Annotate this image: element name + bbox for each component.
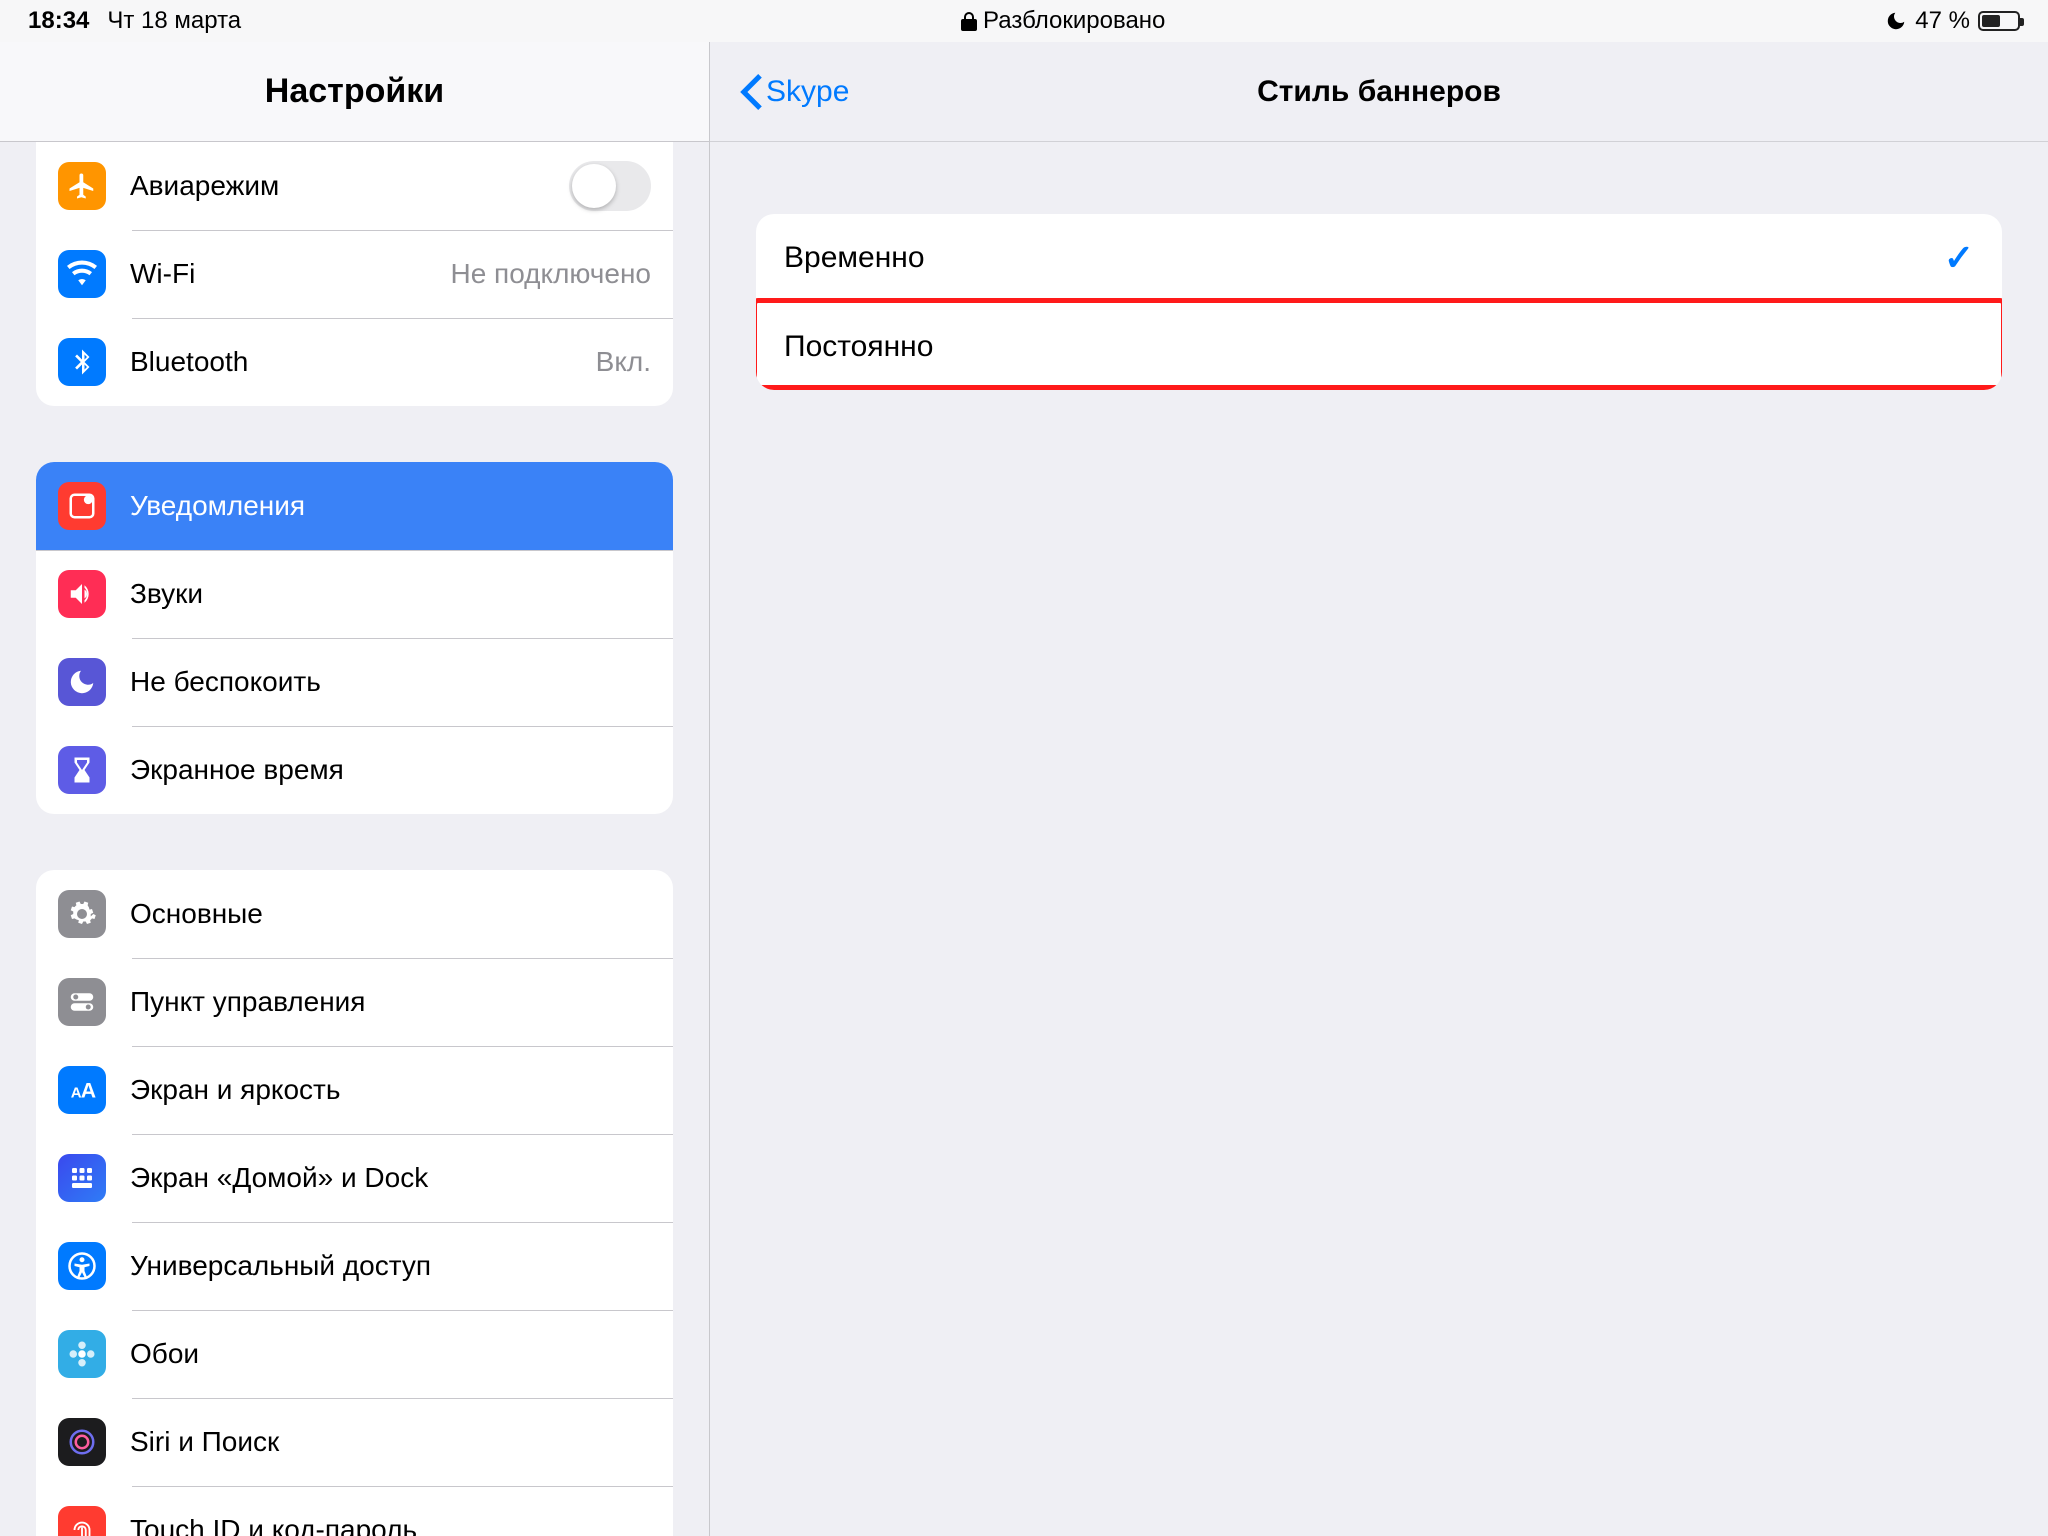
row-label: Экранное время <box>130 754 651 786</box>
status-date: Чт 18 марта <box>107 7 241 35</box>
row-siri[interactable]: Siri и Поиск <box>36 1398 673 1486</box>
banner-style-options: Временно ✓ Постоянно <box>756 214 2002 390</box>
wifi-icon <box>58 250 106 298</box>
option-label: Постоянно <box>784 330 933 364</box>
row-label: Основные <box>130 898 651 930</box>
flower-icon <box>58 1330 106 1378</box>
back-button[interactable]: Skype <box>740 74 849 110</box>
row-label: Авиарежим <box>130 170 569 202</box>
status-left: 18:34 Чт 18 марта <box>28 7 241 35</box>
detail-header: Skype Стиль баннеров <box>710 42 2048 142</box>
row-touchid[interactable]: Touch ID и код-пароль <box>36 1486 673 1536</box>
detail-panel: Skype Стиль баннеров Временно ✓ Постоянн… <box>710 42 2048 1536</box>
battery-icon <box>1978 11 2020 31</box>
back-label: Skype <box>766 75 849 109</box>
status-right: 47 % <box>1885 7 2020 35</box>
detail-body: Временно ✓ Постоянно <box>710 142 2048 462</box>
row-dnd[interactable]: Не беспокоить <box>36 638 673 726</box>
row-value: Вкл. <box>596 346 651 378</box>
sidebar-scroll[interactable]: Авиарежим Wi-Fi Не подключено Bluetooth … <box>0 142 709 1536</box>
battery-text: 47 % <box>1915 7 1970 35</box>
row-label: Экран и яркость <box>130 1074 651 1106</box>
airplane-toggle[interactable] <box>569 161 651 211</box>
row-bluetooth[interactable]: Bluetooth Вкл. <box>36 318 673 406</box>
grid-icon <box>58 1154 106 1202</box>
row-label: Siri и Поиск <box>130 1426 651 1458</box>
checkmark-icon: ✓ <box>1944 237 1974 279</box>
hourglass-icon <box>58 746 106 794</box>
row-label: Bluetooth <box>130 346 596 378</box>
bluetooth-icon <box>58 338 106 386</box>
row-label: Не беспокоить <box>130 666 651 698</box>
row-accessibility[interactable]: Универсальный доступ <box>36 1222 673 1310</box>
row-wallpaper[interactable]: Обои <box>36 1310 673 1398</box>
row-control-center[interactable]: Пункт управления <box>36 958 673 1046</box>
row-home-screen[interactable]: Экран «Домой» и Dock <box>36 1134 673 1222</box>
sidebar-title: Настройки <box>265 72 444 111</box>
row-general[interactable]: Основные <box>36 870 673 958</box>
option-label: Временно <box>784 241 925 275</box>
text-size-icon: AA <box>58 1066 106 1114</box>
settings-sidebar: Настройки Авиарежим Wi-Fi Не подключено <box>0 42 710 1536</box>
toggles-icon <box>58 978 106 1026</box>
status-time: 18:34 <box>28 7 89 35</box>
row-value: Не подключено <box>450 258 651 290</box>
row-display[interactable]: AA Экран и яркость <box>36 1046 673 1134</box>
settings-group-connectivity: Авиарежим Wi-Fi Не подключено Bluetooth … <box>36 142 673 406</box>
gear-icon <box>58 890 106 938</box>
airplane-icon <box>58 162 106 210</box>
option-persistent[interactable]: Постоянно <box>756 302 2002 390</box>
row-label: Touch ID и код-пароль <box>130 1514 651 1536</box>
moon-icon <box>1885 10 1907 32</box>
settings-group-notifications: Уведомления Звуки Не беспокоить Экранное… <box>36 462 673 814</box>
svg-text:A: A <box>81 1079 96 1103</box>
option-temporary[interactable]: Временно ✓ <box>756 214 2002 302</box>
row-label: Экран «Домой» и Dock <box>130 1162 651 1194</box>
siri-icon <box>58 1418 106 1466</box>
row-label: Wi-Fi <box>130 258 450 290</box>
chevron-left-icon <box>740 74 762 110</box>
row-label: Звуки <box>130 578 651 610</box>
moon-icon <box>58 658 106 706</box>
detail-title: Стиль баннеров <box>710 75 2048 109</box>
row-label: Пункт управления <box>130 986 651 1018</box>
row-sounds[interactable]: Звуки <box>36 550 673 638</box>
sounds-icon <box>58 570 106 618</box>
settings-group-general: Основные Пункт управления AA Экран и ярк… <box>36 870 673 1536</box>
row-notifications[interactable]: Уведомления <box>36 462 673 550</box>
fingerprint-icon <box>58 1506 106 1536</box>
lock-text: Разблокировано <box>983 7 1165 35</box>
sidebar-header: Настройки <box>0 42 709 142</box>
status-center: Разблокировано <box>241 7 1885 35</box>
accessibility-icon <box>58 1242 106 1290</box>
status-bar: 18:34 Чт 18 марта Разблокировано 47 % <box>0 0 2048 42</box>
row-screentime[interactable]: Экранное время <box>36 726 673 814</box>
row-label: Обои <box>130 1338 651 1370</box>
row-wifi[interactable]: Wi-Fi Не подключено <box>36 230 673 318</box>
row-label: Уведомления <box>130 490 651 522</box>
row-label: Универсальный доступ <box>130 1250 651 1282</box>
lock-icon <box>961 11 977 31</box>
notifications-icon <box>58 482 106 530</box>
row-airplane-mode[interactable]: Авиарежим <box>36 142 673 230</box>
